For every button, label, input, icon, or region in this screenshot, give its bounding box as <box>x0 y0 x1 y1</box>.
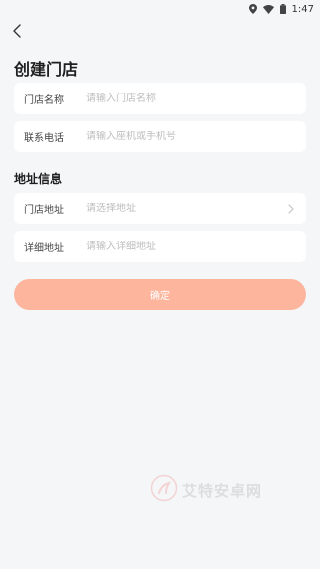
store-name-row[interactable]: 门店名称 <box>14 83 306 114</box>
chevron-left-icon <box>12 23 22 42</box>
phone-row[interactable]: 联系电话 <box>14 121 306 152</box>
phone-label: 联系电话 <box>24 133 64 144</box>
location-icon <box>248 4 257 14</box>
store-name-label: 门店名称 <box>24 95 64 106</box>
store-address-row[interactable]: 门店地址 <box>14 193 306 224</box>
page-title: 创建门店 <box>14 60 79 79</box>
address-section-title: 地址信息 <box>14 172 63 186</box>
store-name-input[interactable] <box>86 93 296 104</box>
status-time: 1:47 <box>291 3 314 15</box>
battery-icon <box>279 4 286 14</box>
watermark-text: 艾特安卓网 <box>182 481 263 500</box>
detail-address-row[interactable]: 详细地址 <box>14 231 306 262</box>
store-address-label: 门店地址 <box>24 205 64 216</box>
detail-address-label: 详细地址 <box>24 243 64 254</box>
back-button[interactable] <box>9 23 25 42</box>
chevron-right-icon <box>286 203 296 214</box>
watermark-logo-icon <box>150 474 178 506</box>
confirm-button[interactable]: 确定 <box>14 279 306 310</box>
watermark: 艾特安卓网 <box>150 474 262 506</box>
phone-input[interactable] <box>86 131 296 142</box>
detail-address-input[interactable] <box>86 241 296 252</box>
status-bar: 1:47 <box>0 0 320 18</box>
store-address-select[interactable] <box>86 203 286 214</box>
wifi-icon <box>262 4 274 14</box>
